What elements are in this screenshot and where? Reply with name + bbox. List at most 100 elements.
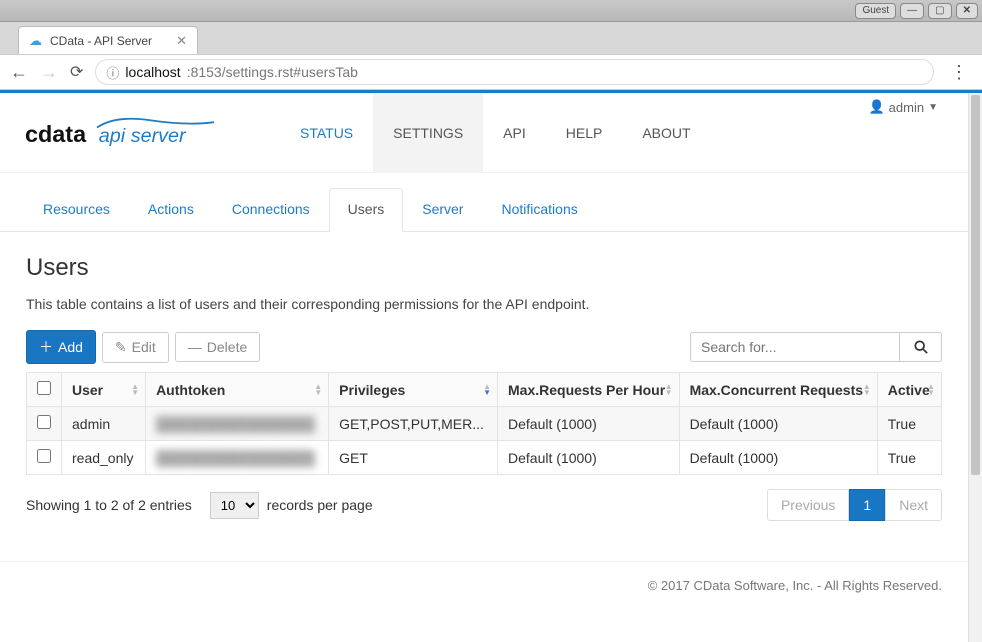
edit-button[interactable]: ✎ Edit: [102, 332, 169, 363]
toolbar: ＋ Add ✎ Edit — Delete: [26, 330, 942, 364]
main-content: Users This table contains a list of user…: [0, 232, 968, 561]
svg-text:api server: api server: [99, 125, 187, 147]
sort-icon: ▲▼: [863, 384, 871, 396]
records-per-page-label: records per page: [267, 497, 373, 513]
select-all-cell: [27, 373, 62, 407]
close-tab-icon[interactable]: ✕: [176, 33, 187, 49]
tab-connections[interactable]: Connections: [213, 188, 329, 232]
sort-icon: ▲▼: [927, 384, 935, 396]
add-button[interactable]: ＋ Add: [26, 330, 96, 364]
os-close-button[interactable]: ✕: [956, 3, 978, 19]
pagination: Previous 1 Next: [767, 489, 942, 521]
nav-item-api[interactable]: API: [483, 93, 546, 173]
scrollbar[interactable]: [968, 93, 982, 642]
os-minimize-button[interactable]: —: [900, 3, 924, 19]
reload-button[interactable]: ⟳: [70, 62, 83, 82]
records-per-page-select[interactable]: 10: [210, 492, 259, 519]
search-icon: [914, 340, 928, 354]
prev-page-button[interactable]: Previous: [767, 489, 849, 521]
cell-user: admin: [62, 407, 146, 441]
user-icon: 👤: [868, 99, 884, 115]
page-footer: © 2017 CData Software, Inc. - All Rights…: [0, 561, 968, 609]
column-header-authtoken[interactable]: Authtoken▲▼: [146, 373, 329, 407]
cell-active: True: [877, 441, 941, 475]
table-row[interactable]: admin████████████████GET,POST,PUT,MER...…: [27, 407, 942, 441]
os-guest-button[interactable]: Guest: [855, 3, 896, 19]
browser-tab-title: CData - API Server: [50, 34, 168, 48]
tab-actions[interactable]: Actions: [129, 188, 213, 232]
tab-notifications[interactable]: Notifications: [482, 188, 596, 232]
column-header-max-concurrent-requests[interactable]: Max.Concurrent Requests▲▼: [679, 373, 877, 407]
users-table: User▲▼Authtoken▲▼Privileges▲▼Max.Request…: [26, 372, 942, 475]
back-button[interactable]: ←: [10, 62, 28, 83]
cell-max-concurrent: Default (1000): [679, 407, 877, 441]
plus-icon: ＋: [39, 337, 53, 357]
showing-entries-text: Showing 1 to 2 of 2 entries: [26, 497, 192, 513]
browser-tab-strip: ☁ CData - API Server ✕: [0, 22, 982, 54]
cell-privileges: GET: [329, 441, 498, 475]
delete-button[interactable]: — Delete: [175, 332, 260, 362]
cell-privileges: GET,POST,PUT,MER...: [329, 407, 498, 441]
add-button-label: Add: [58, 339, 83, 355]
sort-icon: ▲▼: [483, 384, 491, 396]
user-name: admin: [889, 100, 924, 115]
address-input[interactable]: ⓘ localhost :8153/settings.rst#usersTab: [95, 59, 934, 85]
nav-item-help[interactable]: HELP: [546, 93, 623, 173]
cell-active: True: [877, 407, 941, 441]
nav-item-about[interactable]: ABOUT: [622, 93, 710, 173]
browser-address-bar: ← → ⟳ ⓘ localhost :8153/settings.rst#user…: [0, 54, 982, 90]
nav-item-status[interactable]: STATUS: [280, 93, 373, 173]
tab-users[interactable]: Users: [329, 188, 404, 232]
row-checkbox[interactable]: [37, 415, 51, 429]
caret-down-icon: ▼: [928, 102, 938, 113]
sort-icon: ▲▼: [665, 384, 673, 396]
select-all-checkbox[interactable]: [37, 381, 51, 395]
page-title: Users: [26, 254, 942, 282]
edit-button-label: Edit: [132, 339, 156, 355]
os-titlebar: Guest — ▢ ✕: [0, 0, 982, 22]
copyright-text: © 2017 CData Software, Inc. - All Rights…: [648, 578, 942, 593]
browser-tab[interactable]: ☁ CData - API Server ✕: [18, 26, 198, 54]
table-body: admin████████████████GET,POST,PUT,MER...…: [27, 407, 942, 475]
next-page-button[interactable]: Next: [885, 489, 942, 521]
user-dropdown[interactable]: 👤 admin ▼: [868, 99, 938, 115]
forward-button: →: [40, 62, 58, 83]
logo: cdata api server: [24, 115, 224, 151]
cell-max-concurrent: Default (1000): [679, 441, 877, 475]
sort-icon: ▲▼: [131, 384, 139, 396]
cell-user: read_only: [62, 441, 146, 475]
column-header-privileges[interactable]: Privileges▲▼: [329, 373, 498, 407]
nav-item-settings[interactable]: SETTINGS: [373, 93, 483, 173]
scrollbar-thumb[interactable]: [971, 95, 980, 475]
column-header-active[interactable]: Active▲▼: [877, 373, 941, 407]
table-footer: Showing 1 to 2 of 2 entries 10 records p…: [26, 489, 942, 521]
column-header-max-requests-per-hour[interactable]: Max.Requests Per Hour▲▼: [498, 373, 680, 407]
settings-subtabs: ResourcesActionsConnectionsUsersServerNo…: [0, 187, 968, 232]
header: cdata api server STATUSSETTINGSAPIHELPAB…: [0, 93, 968, 173]
table-header-row: User▲▼Authtoken▲▼Privileges▲▼Max.Request…: [27, 373, 942, 407]
page-viewport: 👤 admin ▼ cdata api server STATUSSETTING…: [0, 90, 982, 642]
minus-icon: —: [188, 339, 202, 355]
cell-max-requests: Default (1000): [498, 441, 680, 475]
sort-icon: ▲▼: [314, 384, 322, 396]
cloud-icon: ☁: [29, 33, 42, 49]
page-description: This table contains a list of users and …: [26, 296, 942, 312]
site-info-icon[interactable]: ⓘ: [106, 63, 119, 82]
main-nav: STATUSSETTINGSAPIHELPABOUT: [280, 93, 711, 173]
table-row[interactable]: read_only████████████████GETDefault (100…: [27, 441, 942, 475]
browser-menu-button[interactable]: ⋮: [946, 62, 972, 83]
search-button[interactable]: [900, 332, 942, 362]
delete-button-label: Delete: [207, 339, 247, 355]
cell-authtoken: ████████████████: [146, 441, 329, 475]
column-header-user[interactable]: User▲▼: [62, 373, 146, 407]
row-checkbox[interactable]: [37, 449, 51, 463]
os-maximize-button[interactable]: ▢: [928, 3, 951, 19]
url-host: localhost: [125, 64, 180, 80]
cell-authtoken: ████████████████: [146, 407, 329, 441]
search-input[interactable]: [690, 332, 900, 362]
tab-server[interactable]: Server: [403, 188, 482, 232]
url-path: :8153/settings.rst#usersTab: [187, 64, 358, 80]
page-1-button[interactable]: 1: [849, 489, 885, 521]
cdata-api-server-logo: cdata api server: [24, 115, 224, 151]
tab-resources[interactable]: Resources: [24, 188, 129, 232]
